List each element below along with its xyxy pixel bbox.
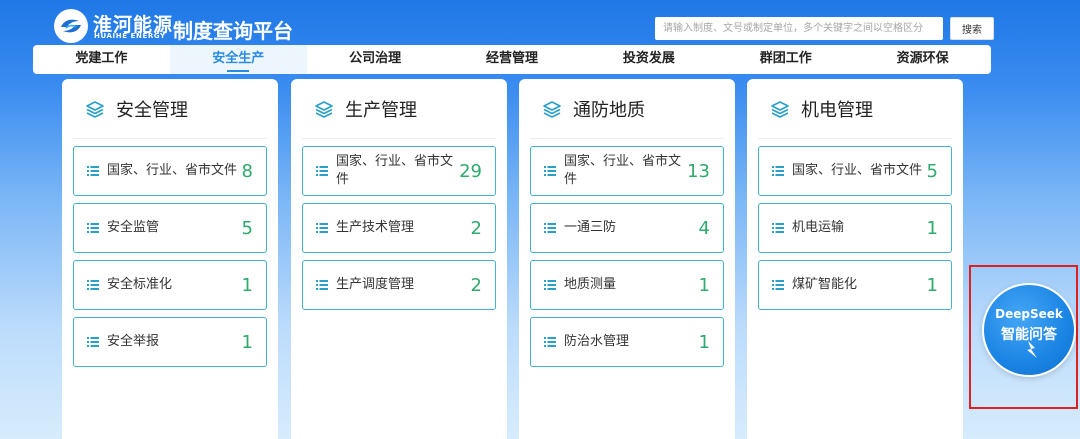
search-input[interactable] [655, 17, 943, 40]
main-nav: 党建工作 安全生产 公司治理 经营管理 投资发展 群团工作 资源环保 [33, 45, 991, 74]
tab-mass-organization[interactable]: 群团工作 [717, 45, 854, 74]
item-count: 8 [241, 160, 253, 182]
list-item[interactable]: 生产技术管理 2 [302, 203, 496, 253]
item-count: 13 [687, 160, 710, 182]
category-column-safety-management: 安全管理 国家、行业、省市文件 8 安全监管 5 安全标准化 1 安全举报 1 [62, 79, 278, 439]
list-item[interactable]: 煤矿智能化 1 [758, 260, 952, 310]
item-label: 安全监管 [107, 220, 160, 235]
list-item[interactable]: 国家、行业、省市文件 8 [73, 146, 267, 196]
list-icon [316, 166, 328, 176]
list-item[interactable]: 国家、行业、省市文件 29 [302, 146, 496, 196]
list-item[interactable]: 一通三防 4 [530, 203, 724, 253]
category-column-production-management: 生产管理 国家、行业、省市文件 29 生产技术管理 2 生产调度管理 2 [291, 79, 507, 439]
header: 淮河能源 HUAIHE ENERGY 制度查询平台 搜索 [0, 0, 1080, 46]
item-label: 机电运输 [792, 220, 845, 235]
list-icon [772, 166, 784, 176]
item-count: 5 [241, 217, 253, 239]
list-icon [87, 280, 99, 290]
item-label: 安全举报 [107, 334, 160, 349]
lightning-icon [1027, 341, 1037, 358]
item-label: 防治水管理 [564, 334, 630, 349]
search-button[interactable]: 搜索 [950, 17, 994, 40]
list-icon [87, 337, 99, 347]
layers-icon [771, 100, 789, 118]
item-count: 1 [241, 331, 253, 353]
tab-operations-management[interactable]: 经营管理 [444, 45, 581, 74]
page-title: 制度查询平台 [173, 19, 293, 43]
tab-resources-environment[interactable]: 资源环保 [854, 45, 991, 74]
column-header: 通防地质 [530, 79, 724, 139]
list-icon [772, 280, 784, 290]
column-title: 通防地质 [573, 99, 645, 121]
list-item[interactable]: 生产调度管理 2 [302, 260, 496, 310]
list-item[interactable]: 安全监管 5 [73, 203, 267, 253]
layers-icon [315, 100, 333, 118]
deepseek-qa-button[interactable]: DeepSeek 智能问答 [982, 283, 1076, 377]
item-label: 一通三防 [564, 220, 617, 235]
list-icon [544, 337, 556, 347]
item-label: 生产调度管理 [336, 277, 415, 292]
item-count: 1 [698, 274, 710, 296]
list-icon [316, 280, 328, 290]
tab-safety-production[interactable]: 安全生产 [169, 45, 307, 74]
list-icon [544, 223, 556, 233]
item-count: 29 [459, 160, 482, 182]
item-count: 1 [926, 217, 938, 239]
layers-icon [86, 100, 104, 118]
item-label: 国家、行业、省市文件 [792, 163, 923, 178]
item-label: 生产技术管理 [336, 220, 415, 235]
item-label: 煤矿智能化 [792, 277, 858, 292]
item-count: 5 [926, 160, 938, 182]
list-item[interactable]: 安全举报 1 [73, 317, 267, 367]
list-item[interactable]: 机电运输 1 [758, 203, 952, 253]
column-title: 机电管理 [801, 99, 873, 121]
column-title: 安全管理 [116, 99, 188, 121]
tab-party-building[interactable]: 党建工作 [33, 45, 170, 74]
list-icon [772, 223, 784, 233]
logo-subtext: HUAIHE ENERGY [94, 32, 166, 40]
item-count: 2 [470, 217, 482, 239]
list-item[interactable]: 国家、行业、省市文件 5 [758, 146, 952, 196]
layers-icon [543, 100, 561, 118]
list-item[interactable]: 防治水管理 1 [530, 317, 724, 367]
list-icon [544, 280, 556, 290]
item-count: 1 [241, 274, 253, 296]
item-count: 1 [926, 274, 938, 296]
list-icon [87, 166, 99, 176]
list-item[interactable]: 安全标准化 1 [73, 260, 267, 310]
column-header: 生产管理 [302, 79, 496, 139]
item-label: 国家、行业、省市文件 [336, 154, 454, 187]
item-count: 1 [698, 331, 710, 353]
list-icon [87, 223, 99, 233]
column-title: 生产管理 [345, 99, 417, 121]
list-icon [316, 223, 328, 233]
list-icon [544, 166, 556, 176]
column-header: 机电管理 [758, 79, 952, 139]
column-header: 安全管理 [73, 79, 267, 139]
list-item[interactable]: 国家、行业、省市文件 13 [530, 146, 724, 196]
tab-investment-development[interactable]: 投资发展 [580, 45, 717, 74]
list-item[interactable]: 地质测量 1 [530, 260, 724, 310]
logo-icon [54, 9, 88, 43]
category-column-electromechanical-management: 机电管理 国家、行业、省市文件 5 机电运输 1 煤矿智能化 1 [747, 79, 963, 439]
item-count: 4 [698, 217, 710, 239]
category-column-ventilation-geology: 通防地质 国家、行业、省市文件 13 一通三防 4 地质测量 1 防治水管理 1 [519, 79, 735, 439]
item-label: 地质测量 [564, 277, 617, 292]
item-label: 安全标准化 [107, 277, 173, 292]
tab-corporate-governance[interactable]: 公司治理 [307, 45, 444, 74]
item-label: 国家、行业、省市文件 [564, 154, 682, 187]
item-count: 2 [470, 274, 482, 296]
deepseek-label: DeepSeek [995, 307, 1063, 321]
item-label: 国家、行业、省市文件 [107, 163, 238, 178]
